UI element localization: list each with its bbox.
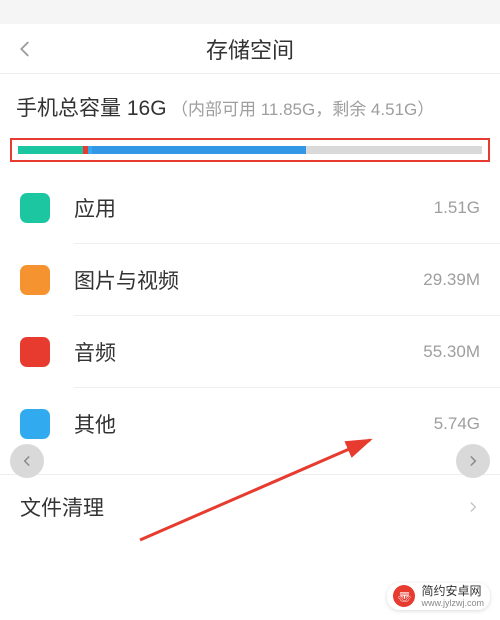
category-icon [20, 337, 50, 367]
cleanup-label: 文件清理 [20, 492, 466, 522]
bar-segment-apps [18, 146, 83, 154]
category-value: 1.51G [434, 198, 480, 218]
back-button[interactable] [14, 38, 36, 60]
category-icon [20, 409, 50, 439]
watermark: 〠 简约安卓网 www.jylzwj.com [387, 583, 490, 610]
list-item-apps[interactable]: 应用 1.51G [0, 172, 500, 244]
page-title: 存储空间 [206, 33, 294, 65]
chevron-right-icon [466, 454, 480, 468]
category-icon [20, 265, 50, 295]
watermark-url: www.jylzwj.com [421, 598, 484, 608]
list-item-pics[interactable]: 图片与视频 29.39M [0, 244, 500, 316]
category-value: 5.74G [434, 414, 480, 434]
status-bar [0, 0, 500, 24]
total-capacity: 手机总容量 16G [16, 97, 167, 120]
bar-segment-other [92, 146, 305, 154]
usage-bar [18, 146, 482, 154]
category-label: 应用 [74, 193, 434, 223]
usage-bar-highlight [10, 138, 490, 162]
chevron-left-icon [20, 454, 34, 468]
capacity-detail: （内部可用 11.85G，剩余 4.51G） [171, 100, 434, 119]
category-icon [20, 193, 50, 223]
android-icon: 〠 [393, 585, 415, 607]
nav-prev-button[interactable] [10, 444, 44, 478]
list-item-other[interactable]: 其他 5.74G [0, 388, 500, 460]
category-value: 55.30M [423, 342, 480, 362]
chevron-right-icon [466, 500, 480, 514]
list-item-audio[interactable]: 音频 55.30M [0, 316, 500, 388]
category-value: 29.39M [423, 270, 480, 290]
watermark-name: 简约安卓网 [421, 585, 484, 598]
header: 存储空间 [0, 24, 500, 74]
category-label: 图片与视频 [74, 265, 423, 295]
category-list: 应用 1.51G 图片与视频 29.39M 音频 55.30M 其他 5.74G [0, 172, 500, 460]
category-label: 其他 [74, 409, 434, 439]
chevron-left-icon [14, 38, 36, 60]
file-cleanup-row[interactable]: 文件清理 [0, 474, 500, 538]
category-label: 音频 [74, 337, 423, 367]
storage-summary: 手机总容量 16G （内部可用 11.85G，剩余 4.51G） [0, 74, 500, 130]
nav-next-button[interactable] [456, 444, 490, 478]
